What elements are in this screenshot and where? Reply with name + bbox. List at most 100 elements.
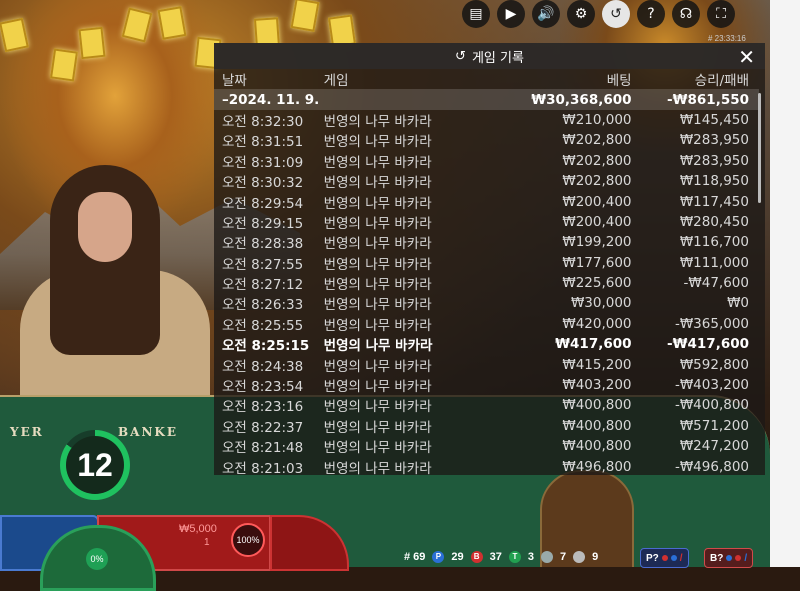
row-result: -₩47,600 <box>683 275 749 292</box>
predict-dot-icon <box>735 555 742 561</box>
row-date: 오전 8:31:51 <box>222 134 304 151</box>
predict-dot-icon <box>661 555 668 561</box>
row-bet: ₩225,600 <box>562 275 632 292</box>
row-date: 오전 8:25:55 <box>222 317 304 334</box>
history-icon[interactable]: ↺ <box>602 0 630 28</box>
table-row[interactable]: 오전 8:31:51 번영의 나무 바카라 ₩202,800 ₩283,950 <box>214 130 759 150</box>
row-date: 오전 8:29:54 <box>222 195 304 212</box>
lantern-decoration <box>50 48 78 82</box>
history-table: 날짜 게임 베팅 승리/패배 –2024. 11. 9. ₩30,368,600… <box>214 69 759 477</box>
table-row[interactable]: 오전 8:27:55 번영의 나무 바카라 ₩177,600 ₩111,000 <box>214 253 759 273</box>
row-bet: ₩400,800 <box>562 417 632 434</box>
row-result: ₩283,950 <box>679 132 749 149</box>
summary-row[interactable]: –2024. 11. 9. ₩30,368,600 -₩861,550 <box>214 89 759 110</box>
row-game: 번영의 나무 바카라 <box>323 113 432 130</box>
row-game: 번영의 나무 바카라 <box>323 256 432 273</box>
row-date: 오전 8:25:15 <box>222 338 310 355</box>
history-glyph: ↺ <box>610 6 622 22</box>
banker-wins-icon: B <box>470 551 483 563</box>
row-game: 번영의 나무 바카라 <box>323 338 433 355</box>
row-game: 번영의 나무 바카라 <box>323 297 432 314</box>
table-row[interactable]: 오전 8:32:30 번영의 나무 바카라 ₩210,000 ₩145,450 <box>214 110 759 130</box>
fullscreen-icon[interactable]: ⛶ <box>707 0 735 28</box>
row-result: ₩280,450 <box>679 213 749 230</box>
row-bet: ₩420,000 <box>562 315 632 332</box>
predict-dot-icon <box>726 555 733 561</box>
help-glyph: ? <box>647 6 655 22</box>
table-row[interactable]: 오전 8:21:48 번영의 나무 바카라 ₩400,800 ₩247,200 <box>214 436 759 456</box>
row-result: -₩400,800 <box>674 397 749 414</box>
table-row[interactable]: 오전 8:29:15 번영의 나무 바카라 ₩200,400 ₩280,450 <box>214 212 759 232</box>
banker-area-label: BANKE <box>118 425 178 439</box>
banker-bet-amount: ₩5,000 <box>179 523 217 535</box>
banker-bet-count: 1 <box>204 537 210 548</box>
summary-result: -₩861,550 <box>631 89 759 110</box>
row-date: 오전 8:31:09 <box>222 154 304 171</box>
row-result: ₩571,200 <box>679 417 749 434</box>
close-icon[interactable]: ✕ <box>738 45 755 69</box>
row-bet: ₩202,800 <box>562 173 632 190</box>
table-row[interactable]: 오전 8:27:12 번영의 나무 바카라 ₩225,600 -₩47,600 <box>214 273 759 293</box>
fullscreen-glyph: ⛶ <box>716 6 726 22</box>
column-header-date: 날짜 <box>222 73 247 90</box>
row-bet: ₩210,000 <box>562 111 632 128</box>
table-row[interactable]: 오전 8:28:38 번영의 나무 바카라 ₩199,200 ₩116,700 <box>214 232 759 252</box>
row-bet: ₩200,400 <box>562 213 632 230</box>
row-bet: ₩30,000 <box>570 295 632 312</box>
row-game: 번영의 나무 바카라 <box>323 460 432 477</box>
tie-icon: T <box>508 551 521 563</box>
game-history-panel: ↺ 게임 기록 ✕ 날짜 게임 베팅 승리/패배 –2024. 11. 9. ₩… <box>214 43 765 477</box>
row-game: 번영의 나무 바카라 <box>323 419 432 436</box>
player-predict-label: P? <box>646 552 659 564</box>
banker-predict-button[interactable]: B? / <box>704 548 754 568</box>
row-date: 오전 8:22:37 <box>222 419 304 436</box>
countdown-value: 12 <box>77 446 113 483</box>
video-icon[interactable]: ▶ <box>497 0 525 28</box>
round-number: # 69 <box>404 551 426 563</box>
table-row[interactable]: 오전 8:24:38 번영의 나무 바카라 ₩415,200 ₩592,800 <box>214 354 759 375</box>
top-toolbar: ▤ ▶ 🔊 ⚙ ↺ ? ☊ ⛶ <box>462 0 735 30</box>
table-row[interactable]: 오전 8:23:54 번영의 나무 바카라 ₩403,200 -₩403,200 <box>214 375 759 395</box>
sound-icon[interactable]: 🔊 <box>532 0 560 28</box>
table-row[interactable]: 오전 8:22:37 번영의 나무 바카라 ₩400,800 ₩571,200 <box>214 416 759 436</box>
row-result: ₩111,000 <box>679 254 749 271</box>
predict-slash-icon: / <box>744 552 748 564</box>
table-row[interactable]: 오전 8:21:03 번영의 나무 바카라 ₩496,800 -₩496,800 <box>214 456 759 477</box>
table-row[interactable]: 오전 8:23:16 번영의 나무 바카라 ₩400,800 -₩400,800 <box>214 395 759 415</box>
tie-count: 3 <box>527 551 535 563</box>
table-row[interactable]: 오전 8:30:32 번영의 나무 바카라 ₩202,800 ₩118,950 <box>214 171 759 191</box>
settings-icon[interactable]: ⚙ <box>567 0 595 28</box>
session-clock: # 23:33:16 <box>708 34 746 43</box>
row-game: 번영의 나무 바카라 <box>323 379 432 396</box>
table-row[interactable]: 오전 8:25:15 번영의 나무 바카라 ₩417,600 -₩417,600 <box>214 334 759 354</box>
row-game: 번영의 나무 바카라 <box>323 175 432 192</box>
predict-dot-icon <box>670 555 677 561</box>
row-game: 번영의 나무 바카라 <box>323 358 432 375</box>
row-result: -₩496,800 <box>674 458 749 475</box>
headset-icon[interactable]: ☊ <box>672 0 700 28</box>
row-result: ₩117,450 <box>679 193 749 210</box>
row-date: 오전 8:30:32 <box>222 175 304 192</box>
row-result: ₩0 <box>727 295 749 312</box>
banker-pair-icon <box>573 551 586 563</box>
lantern-decoration <box>157 6 187 40</box>
help-icon[interactable]: ? <box>637 0 665 28</box>
row-game: 번영의 나무 바카라 <box>323 440 432 457</box>
scrollbar[interactable] <box>758 93 761 203</box>
chat-icon[interactable]: ▤ <box>462 0 490 28</box>
table-row[interactable]: 오전 8:31:09 번영의 나무 바카라 ₩202,800 ₩283,950 <box>214 151 759 171</box>
lantern-decoration <box>290 0 320 32</box>
row-game: 번영의 나무 바카라 <box>323 277 432 294</box>
row-date: 오전 8:32:30 <box>222 113 304 130</box>
table-row[interactable]: 오전 8:25:55 번영의 나무 바카라 ₩420,000 -₩365,000 <box>214 314 759 334</box>
table-row[interactable]: 오전 8:29:54 번영의 나무 바카라 ₩200,400 ₩117,450 <box>214 191 759 212</box>
row-date: 오전 8:23:54 <box>222 379 304 396</box>
headset-glyph: ☊ <box>679 6 693 22</box>
row-date: 오전 8:21:48 <box>222 440 304 457</box>
player-predict-button[interactable]: P? / <box>640 548 689 568</box>
row-bet: ₩200,400 <box>562 193 632 210</box>
table-row[interactable]: 오전 8:26:33 번영의 나무 바카라 ₩30,000 ₩0 <box>214 293 759 313</box>
row-result: ₩592,800 <box>679 356 749 373</box>
row-bet: ₩417,600 <box>555 336 632 353</box>
row-result: ₩283,950 <box>679 152 749 169</box>
